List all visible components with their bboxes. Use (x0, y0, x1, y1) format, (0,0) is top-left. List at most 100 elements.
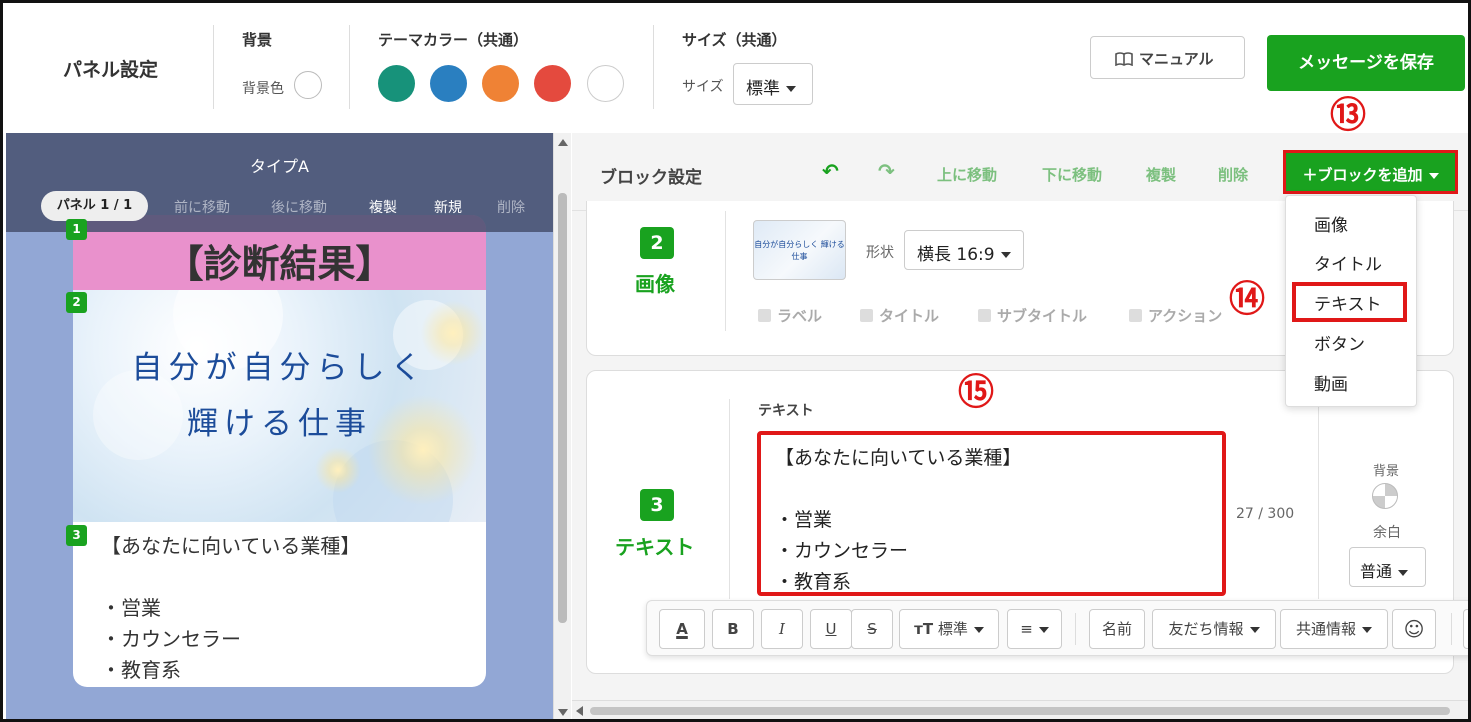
annotation-14: ⑭ (1229, 282, 1265, 318)
menu-item-image[interactable]: 画像 (1314, 211, 1348, 236)
manual-button-label: マニュアル (1139, 50, 1214, 68)
text-size-select[interactable]: тT 標準 (899, 609, 999, 649)
scroll-up-icon[interactable] (558, 139, 568, 146)
text-field-label: テキスト (758, 400, 814, 420)
menu-item-title[interactable]: タイトル (1314, 250, 1382, 275)
italic-button[interactable]: I (761, 609, 803, 649)
label-checkbox[interactable]: ラベル (758, 305, 822, 326)
image-text-line2: 輝ける仕事 (73, 398, 486, 443)
chevron-down-icon (1398, 570, 1408, 576)
checkbox-icon (860, 309, 873, 322)
background-color-swatch[interactable] (294, 71, 322, 99)
scrollbar-thumb[interactable] (590, 707, 1450, 715)
emoji-icon[interactable]: ☺ (1392, 609, 1436, 649)
scroll-left-icon[interactable] (576, 706, 583, 716)
strikethrough-button[interactable]: S (851, 609, 893, 649)
align-left-icon: ≡ (1020, 620, 1033, 638)
chevron-down-icon (786, 86, 796, 92)
new-panel-link[interactable]: 新規 (434, 197, 462, 217)
move-down-button[interactable]: 下に移動 (1042, 164, 1102, 185)
preview-scrollbar[interactable] (553, 133, 571, 722)
move-up-button[interactable]: 上に移動 (937, 164, 997, 185)
sparkle-icon (313, 445, 363, 495)
underline-button[interactable]: U (810, 609, 852, 649)
background-color-picker[interactable] (1372, 483, 1398, 509)
size-select[interactable]: 標準 (733, 63, 813, 105)
top-bar: パネル設定 背景 背景色 テーマカラー（共通） サイズ（共通） サイズ 標準 マ… (3, 3, 1471, 133)
bold-button[interactable]: B (712, 609, 754, 649)
size-select-value: 標準 (746, 79, 780, 99)
block-type-label: 画像 (635, 268, 675, 297)
checkbox-icon (1129, 309, 1142, 322)
app-window: パネル設定 背景 背景色 テーマカラー（共通） サイズ（共通） サイズ 標準 マ… (0, 0, 1471, 722)
panel-indicator[interactable]: パネル 1 / 1 (41, 191, 148, 221)
subtitle-checkbox[interactable]: サブタイトル (978, 305, 1087, 326)
manual-button[interactable]: マニュアル (1090, 36, 1245, 79)
redo-icon[interactable]: ↷ (878, 159, 895, 183)
undo-icon[interactable]: ↶ (822, 159, 839, 183)
friend-info-label: 友だち情報 (1168, 620, 1243, 638)
shape-select[interactable]: 横長 16:9 (904, 230, 1024, 270)
friend-info-select[interactable]: 友だち情報 (1152, 609, 1276, 649)
save-message-button[interactable]: メッセージを保存 (1267, 35, 1465, 91)
annotation-13: ⑬ (1330, 98, 1366, 134)
theme-color-red[interactable] (534, 65, 571, 102)
duplicate-block-button[interactable]: 複製 (1146, 164, 1176, 185)
menu-item-video[interactable]: 動画 (1314, 370, 1348, 395)
title-checkbox[interactable]: タイトル (860, 305, 939, 326)
shape-select-value: 横長 16:9 (917, 245, 995, 265)
card-image: 自分が自分らしく 輝ける仕事 (73, 290, 486, 522)
checkbox-label: ラベル (777, 307, 822, 325)
menu-item-text[interactable]: テキスト (1314, 290, 1382, 315)
book-icon (1115, 52, 1133, 66)
size-section-label: サイズ（共通） (682, 29, 787, 50)
chevron-down-icon (1039, 627, 1049, 633)
chevron-down-icon (1001, 252, 1011, 258)
divider (725, 211, 726, 331)
name-insert-button[interactable]: 名前 (1089, 609, 1145, 649)
theme-color-white[interactable] (587, 65, 624, 102)
text-format-toolbar: A B I U S тT 標準 ≡ 名前 友だち情報 共通情報 ☺ (646, 600, 1471, 656)
block-type-label: テキスト (615, 531, 694, 560)
common-info-select[interactable]: 共通情報 (1280, 609, 1388, 649)
background-label: 背景 (1373, 460, 1399, 479)
scroll-down-icon[interactable] (558, 709, 568, 716)
add-block-label: ＋ブロックを追加 (1302, 166, 1422, 184)
action-checkbox[interactable]: アクション (1129, 305, 1222, 326)
checkbox-icon (978, 309, 991, 322)
delete-panel-link[interactable]: 削除 (497, 197, 525, 217)
image-text-line1: 自分が自分らしく (73, 342, 486, 387)
add-block-button[interactable]: ＋ブロックを追加 (1283, 150, 1458, 194)
theme-color-blue[interactable] (430, 65, 467, 102)
checkbox-icon (758, 309, 771, 322)
delete-block-button[interactable]: 削除 (1218, 164, 1248, 185)
checkbox-label: タイトル (879, 307, 939, 325)
block-number: 3 (640, 489, 674, 521)
align-select[interactable]: ≡ (1007, 609, 1062, 649)
size-label: サイズ (682, 76, 724, 96)
character-count: 27 / 300 (1236, 506, 1294, 522)
divider (1318, 399, 1319, 599)
block-settings-title: ブロック設定 (600, 163, 702, 188)
preview-header: タイプA パネル 1 / 1 前に移動 後に移動 複製 新規 削除 (6, 133, 553, 232)
editor-horizontal-scrollbar[interactable] (572, 700, 1471, 722)
text-input[interactable]: 【あなたに向いている業種】 ・営業 ・カウンセラー ・教育系 (757, 431, 1226, 596)
image-thumbnail[interactable]: 自分が自分らしく 輝ける仕事 (753, 220, 846, 280)
duplicate-panel-link[interactable]: 複製 (369, 197, 397, 217)
card-title: 【診断結果】 (73, 233, 486, 288)
margin-select-value: 普通 (1360, 562, 1392, 581)
annotation-15: ⑮ (958, 375, 994, 411)
chevron-down-icon (974, 627, 984, 633)
move-next-link[interactable]: 後に移動 (271, 197, 327, 217)
more-button[interactable] (1463, 609, 1471, 649)
margin-select[interactable]: 普通 (1349, 547, 1426, 587)
theme-color-green[interactable] (378, 65, 415, 102)
theme-color-orange[interactable] (482, 65, 519, 102)
move-prev-link[interactable]: 前に移動 (174, 197, 230, 217)
menu-item-button[interactable]: ボタン (1314, 330, 1365, 355)
divider (349, 25, 350, 109)
chevron-down-icon (1429, 173, 1439, 179)
scrollbar-thumb[interactable] (558, 193, 567, 623)
font-color-button[interactable]: A (659, 609, 705, 649)
divider (213, 25, 214, 109)
